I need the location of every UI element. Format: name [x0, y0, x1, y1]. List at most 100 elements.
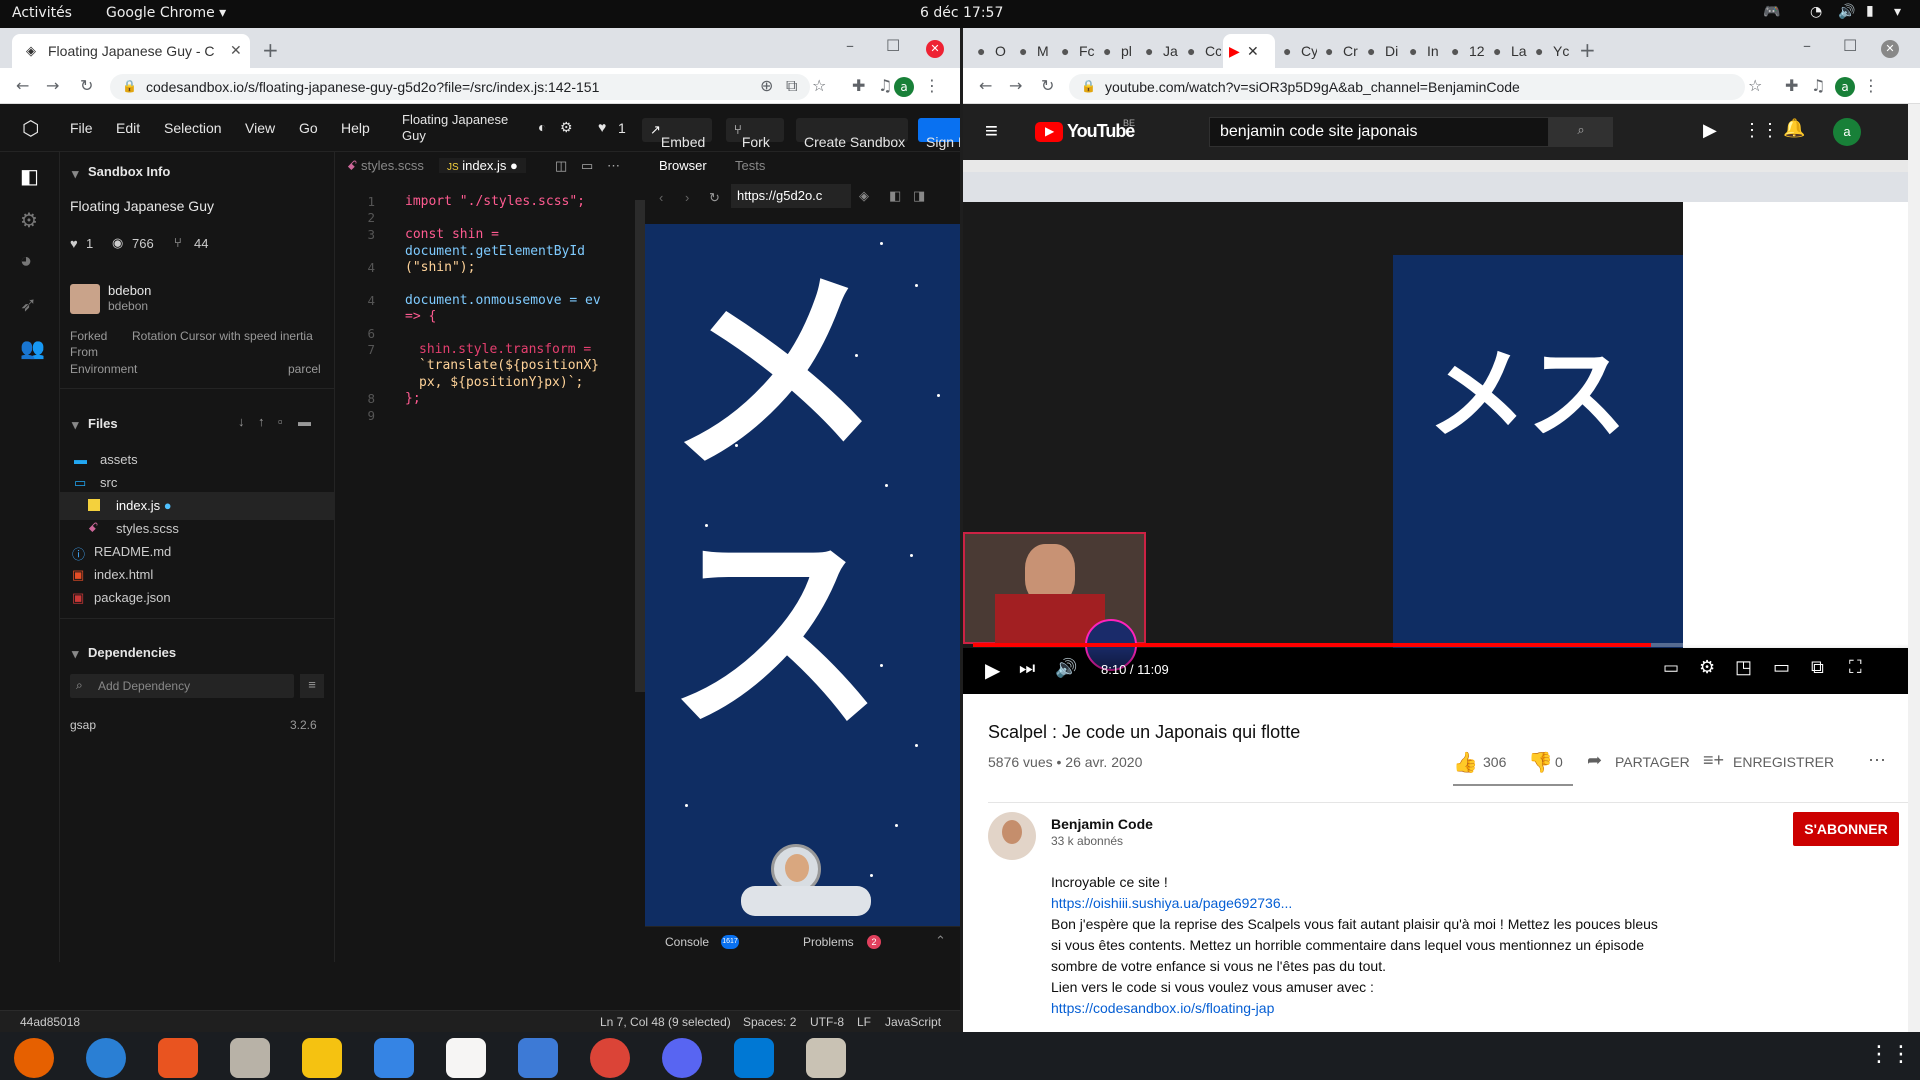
- translate-icon[interactable]: ⧉: [786, 76, 797, 96]
- hamburger-menu-icon[interactable]: ≡: [985, 118, 998, 144]
- back-icon[interactable]: ←: [979, 76, 992, 95]
- browser-tab[interactable]: ● In: [1403, 34, 1443, 68]
- bookmark-star-icon[interactable]: ☆: [1748, 76, 1762, 95]
- youtube-logo-icon[interactable]: ▶: [1035, 122, 1063, 142]
- menu-file[interactable]: File: [70, 120, 93, 136]
- show-apps-grid-icon[interactable]: ⋮⋮⋮: [1868, 1042, 1920, 1067]
- youtube-avatar[interactable]: a: [1833, 118, 1861, 146]
- more-actions-icon[interactable]: ⋯: [1868, 750, 1886, 771]
- status-eol[interactable]: LF: [857, 1015, 871, 1029]
- youtube-search-input[interactable]: benjamin code site japonais: [1209, 117, 1549, 147]
- clock[interactable]: 6 déc 17:57: [920, 5, 1003, 21]
- activities-button[interactable]: Activités: [12, 5, 72, 21]
- miniplayer-icon[interactable]: ◳: [1735, 657, 1752, 678]
- preview-split-icon[interactable]: ◧: [889, 188, 901, 204]
- browser-tab[interactable]: ● pl: [1097, 34, 1137, 68]
- preview-tab-browser[interactable]: Browser: [659, 158, 707, 173]
- add-dependency-input[interactable]: ⌕ Add Dependency: [70, 674, 294, 698]
- chrome-menu-icon[interactable]: ⋮: [924, 76, 940, 95]
- preview-back-icon[interactable]: ‹: [659, 190, 663, 205]
- expand-console-icon[interactable]: ⌃: [935, 933, 946, 949]
- console-tab[interactable]: Console: [665, 935, 709, 949]
- save-button[interactable]: ENREGISTRER: [1733, 754, 1834, 770]
- extensions-icon[interactable]: ✚: [1785, 76, 1798, 95]
- thunderbird-icon[interactable]: [86, 1038, 126, 1078]
- thumbs-up-icon[interactable]: 👍: [1453, 750, 1478, 775]
- address-bar[interactable]: 🔒 youtube.com/watch?v=siOR3p5D9gA&ab_cha…: [1069, 74, 1745, 100]
- firefox-icon[interactable]: [14, 1038, 54, 1078]
- download-icon[interactable]: ↑: [258, 414, 265, 429]
- forked-from-link[interactable]: Rotation Cursor with speed inertia: [132, 328, 322, 344]
- discord-icon[interactable]: [662, 1038, 702, 1078]
- dependencies-header[interactable]: Dependencies: [88, 645, 176, 660]
- subscribe-button[interactable]: S'ABONNER: [1793, 812, 1899, 846]
- browser-tab[interactable]: ● Cc: [1181, 34, 1221, 68]
- description-link[interactable]: https://oishiii.sushiya.ua/page692736...: [1051, 895, 1292, 911]
- archive-icon[interactable]: [806, 1038, 846, 1078]
- dependency-name[interactable]: gsap: [70, 718, 96, 732]
- like-heart-icon[interactable]: ♥: [598, 119, 606, 135]
- dependency-list-icon[interactable]: ≡: [300, 674, 324, 698]
- sign-in-button[interactable]: Sign I: [918, 118, 960, 150]
- theater-mode-icon[interactable]: ▭: [1773, 657, 1790, 678]
- config-gear-icon[interactable]: ⚙: [20, 208, 38, 233]
- fullscreen-icon[interactable]: ⛶: [1849, 657, 1862, 678]
- video-progress-track[interactable]: [973, 643, 1898, 647]
- browser-tab[interactable]: ● La: [1487, 34, 1527, 68]
- close-window-icon[interactable]: ✕: [1881, 40, 1899, 58]
- settings-icon[interactable]: ⚙: [1699, 657, 1715, 678]
- next-icon[interactable]: ⏭: [1019, 658, 1035, 679]
- battery-icon[interactable]: ▮: [1866, 3, 1874, 19]
- like-count[interactable]: 306: [1483, 754, 1506, 770]
- channel-avatar[interactable]: [988, 812, 1036, 860]
- privacy-icon[interactable]: ◐: [538, 119, 546, 135]
- vscode-icon[interactable]: [734, 1038, 774, 1078]
- page-scrollbar[interactable]: [1908, 104, 1920, 1032]
- media-icon[interactable]: ♫: [878, 76, 892, 95]
- browser-tab[interactable]: ● Fc: [1055, 34, 1095, 68]
- files-icon[interactable]: [230, 1038, 270, 1078]
- preview-forward-icon[interactable]: ›: [685, 190, 689, 205]
- save-playlist-icon[interactable]: ≡+: [1703, 750, 1724, 771]
- game-icon[interactable]: 🎮: [1763, 4, 1780, 20]
- fork-button[interactable]: ⑂ Fork: [726, 118, 784, 150]
- notifications-bell-icon[interactable]: 🔔: [1783, 118, 1805, 139]
- install-icon[interactable]: ⊕: [760, 76, 773, 95]
- author-name[interactable]: bdebon: [108, 283, 151, 298]
- browser-tab[interactable]: ● Cr: [1319, 34, 1359, 68]
- menu-view[interactable]: View: [245, 120, 275, 136]
- editor-scrollbar[interactable]: [635, 200, 645, 692]
- problems-tab[interactable]: Problems: [803, 935, 854, 949]
- video-player[interactable]: メス ▶ ⏭ 🔊 8:10 / 11:09 ▭ ⚙ ◳ ▭ ⧉ ⛶: [963, 160, 1908, 694]
- menu-selection[interactable]: Selection: [164, 120, 222, 136]
- sandbox-info-header[interactable]: Sandbox Info: [88, 164, 170, 179]
- browser-tab[interactable]: ● Di: [1361, 34, 1401, 68]
- close-tab-icon[interactable]: ✕: [230, 42, 242, 59]
- profile-avatar[interactable]: a: [1835, 77, 1855, 97]
- bookmark-star-icon[interactable]: ☆: [812, 76, 826, 95]
- dislike-count[interactable]: 0: [1555, 754, 1563, 770]
- forward-icon[interactable]: →: [1009, 76, 1022, 95]
- preview-tab-tests[interactable]: Tests: [735, 158, 765, 173]
- software-center-icon[interactable]: [158, 1038, 198, 1078]
- back-icon[interactable]: ←: [16, 76, 29, 95]
- preview-toggle-icon[interactable]: ▭: [581, 158, 593, 174]
- live-users-icon[interactable]: 👥: [20, 336, 45, 361]
- share-icon[interactable]: ➦: [1587, 750, 1602, 771]
- preview-canvas[interactable]: メ ス: [645, 224, 960, 926]
- chrome-icon[interactable]: [590, 1038, 630, 1078]
- browser-tab[interactable]: ● Ja: [1139, 34, 1179, 68]
- tab-index-js[interactable]: JS index.js ●: [439, 158, 526, 173]
- cast-icon[interactable]: ⧉: [1811, 657, 1824, 678]
- new-file-icon[interactable]: ▫: [278, 414, 283, 429]
- menu-help[interactable]: Help: [341, 120, 370, 136]
- address-bar[interactable]: 🔒 codesandbox.io/s/floating-japanese-guy…: [110, 74, 810, 100]
- embed-button[interactable]: ↗ Embed: [642, 118, 712, 150]
- file-item-package-json[interactable]: ▣ package.json: [60, 584, 335, 612]
- preview-open-icon[interactable]: ◈: [859, 188, 869, 204]
- reload-icon[interactable]: ↻: [1041, 76, 1054, 95]
- extensions-icon[interactable]: ✚: [852, 76, 865, 95]
- menu-go[interactable]: Go: [299, 120, 318, 136]
- channel-name[interactable]: Benjamin Code: [1051, 816, 1153, 832]
- wifi-icon[interactable]: ◔: [1810, 4, 1822, 20]
